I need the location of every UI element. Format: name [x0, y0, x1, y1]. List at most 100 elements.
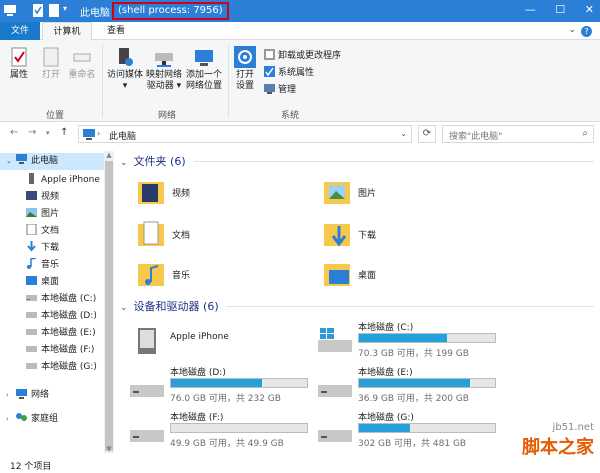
drive-usage-fill	[171, 379, 263, 387]
sidebar-item-desktop[interactable]: 桌面	[0, 274, 59, 291]
sidebar-item-homegroup[interactable]: › 家庭组	[0, 411, 58, 428]
computer-icon[interactable]	[4, 4, 16, 17]
chevron-down-icon[interactable]: ⌄	[120, 158, 128, 168]
system-properties-icon	[264, 66, 275, 77]
quick-access-dropdown-icon[interactable]: ▾	[63, 4, 67, 17]
drive-usage-bar	[170, 423, 308, 433]
rename-button[interactable]: 重命名	[66, 46, 98, 81]
document-folder-icon	[138, 221, 164, 246]
scroll-down-icon[interactable]: ▼	[104, 445, 114, 453]
access-media-button[interactable]: 访问媒体 ▾	[106, 46, 144, 92]
document-icon	[26, 224, 37, 235]
sidebar-item-label: 网络	[31, 390, 50, 400]
drive-icon	[26, 363, 37, 369]
properties-quick-icon[interactable]	[32, 4, 44, 17]
sidebar-item-label: 桌面	[41, 277, 60, 287]
sidebar-item-this-pc[interactable]: ⌄ 此电脑	[0, 153, 104, 170]
sidebar-item-drive-d[interactable]: 本地磁盘 (D:)	[0, 308, 97, 325]
drive-free-space: 49.9 GB 可用，共 49.9 GB	[170, 439, 284, 449]
section-divider	[194, 161, 594, 162]
tab-computer[interactable]: 计算机	[42, 22, 92, 40]
section-divider	[226, 306, 594, 307]
open-settings-label-2: 设置	[235, 81, 254, 91]
music-icon	[27, 258, 37, 269]
breadcrumb-chevron-icon[interactable]: ›	[97, 129, 100, 138]
computer-icon	[83, 129, 95, 140]
rename-label: 重命名	[68, 70, 96, 80]
breadcrumb[interactable]: 此电脑	[109, 129, 136, 142]
chevron-right-icon[interactable]: ›	[6, 387, 9, 404]
sidebar-item-label: 本地磁盘 (C:)	[41, 294, 97, 304]
sidebar-item-label: 图片	[41, 209, 60, 219]
access-media-dropdown: ▾	[122, 81, 128, 91]
address-bar[interactable]: › 此电脑 ⌄	[78, 125, 412, 143]
back-arrow-icon[interactable]: ←	[10, 127, 18, 138]
folder-name: 下载	[358, 231, 377, 241]
map-network-drive-button[interactable]: 映射网络 驱动器 ▾	[144, 46, 184, 92]
help-icon[interactable]: ?	[581, 26, 592, 37]
uninstall-icon	[264, 49, 275, 60]
devices-section-header[interactable]: ⌄ 设备和驱动器 (6)	[120, 298, 219, 314]
folder-name: 图片	[358, 189, 377, 199]
network-location-icon	[195, 50, 213, 66]
scroll-up-icon[interactable]: ▲	[104, 151, 114, 159]
add-network-location-button[interactable]: 添加一个 网络位置	[184, 46, 224, 92]
close-button[interactable]: ✕	[585, 3, 594, 16]
minimize-button[interactable]: —	[525, 3, 536, 16]
new-folder-quick-icon[interactable]	[48, 4, 60, 17]
sidebar-item-drive-f[interactable]: 本地磁盘 (F:)	[0, 342, 94, 359]
open-button[interactable]: 打开	[38, 46, 64, 81]
chevron-right-icon[interactable]: ›	[6, 411, 9, 428]
tab-file[interactable]: 文件	[0, 22, 40, 40]
manage-button[interactable]: 管理	[264, 82, 296, 95]
refresh-button[interactable]: ⟳	[418, 125, 436, 143]
group-divider	[102, 44, 103, 118]
sidebar-item-videos[interactable]: 视频	[0, 189, 59, 206]
picture-icon	[26, 208, 37, 217]
sidebar-item-pictures[interactable]: 图片	[0, 206, 59, 223]
chevron-down-icon[interactable]: ⌄	[120, 303, 128, 313]
group-label-network: 网络	[157, 111, 176, 121]
address-row: ← → ▾ ↑ › 此电脑 ⌄ ⟳ 搜索"此电脑" ⌕	[0, 123, 600, 145]
drive-usage-bar	[358, 333, 496, 343]
sidebar-item-downloads[interactable]: 下载	[0, 240, 59, 257]
system-properties-button[interactable]: 系统属性	[264, 65, 314, 78]
chevron-down-icon[interactable]: ⌄	[6, 153, 12, 170]
address-dropdown-icon[interactable]: ⌄	[400, 129, 407, 138]
sidebar-scrollbar[interactable]: ▲ ▼	[104, 151, 114, 453]
video-icon	[26, 191, 37, 200]
maximize-button[interactable]: ☐	[555, 3, 565, 16]
properties-label: 属性	[9, 70, 28, 80]
shell-process-label: (shell process: 7956)	[112, 2, 229, 20]
drive-icon	[26, 312, 37, 318]
search-icon: ⌕	[582, 128, 588, 139]
navigation-pane: ⌄ 此电脑 Apple iPhone 视频 图片 文档 下载 音乐 桌面 本地磁…	[0, 149, 110, 455]
forward-arrow-icon[interactable]: →	[28, 127, 36, 138]
search-input[interactable]: 搜索"此电脑" ⌕	[442, 125, 594, 143]
add-location-label-1: 添加一个	[185, 70, 222, 80]
sidebar-item-iphone[interactable]: Apple iPhone	[0, 172, 100, 189]
sidebar-item-music[interactable]: 音乐	[0, 257, 59, 274]
properties-button[interactable]: 属性	[6, 46, 32, 81]
sidebar-item-documents[interactable]: 文档	[0, 223, 59, 240]
item-count: 12 个项目	[10, 462, 52, 472]
sidebar-item-network[interactable]: › 网络	[0, 387, 49, 404]
uninstall-program-button[interactable]: 卸载或更改程序	[264, 48, 341, 61]
drive-name: 本地磁盘 (C:)	[358, 323, 414, 333]
chevron-down-icon[interactable]: ⌄	[568, 25, 576, 35]
sidebar-item-drive-c[interactable]: 本地磁盘 (C:)	[0, 291, 96, 308]
picture-folder-icon	[324, 182, 350, 204]
download-icon	[27, 241, 36, 252]
tab-view[interactable]: 查看	[96, 22, 136, 40]
up-arrow-icon[interactable]: ↑	[60, 127, 68, 138]
sidebar-item-drive-e[interactable]: 本地磁盘 (E:)	[0, 325, 96, 342]
folders-section-title: 文件夹 (6)	[133, 155, 186, 168]
map-drive-label-1: 映射网络	[145, 70, 182, 80]
sidebar-item-drive-g[interactable]: 本地磁盘 (G:)	[0, 359, 97, 376]
drive-icon	[318, 430, 352, 442]
scrollbar-thumb[interactable]	[105, 161, 113, 451]
group-label-system: 系统	[280, 111, 299, 121]
open-settings-button[interactable]: 打开 设置	[232, 46, 258, 92]
folders-section-header[interactable]: ⌄ 文件夹 (6)	[120, 153, 186, 169]
recent-locations-icon[interactable]: ▾	[46, 129, 50, 137]
